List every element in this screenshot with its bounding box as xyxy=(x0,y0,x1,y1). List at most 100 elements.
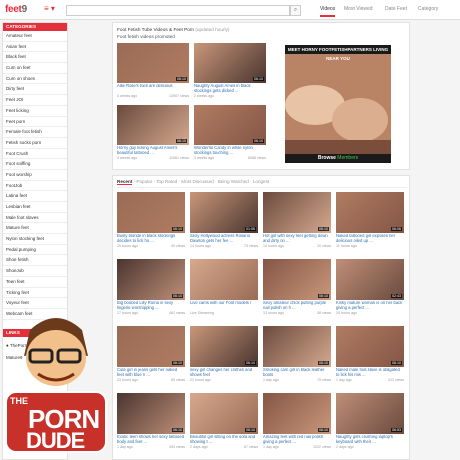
video-title[interactable]: Live cams with our Foot models ! xyxy=(190,301,258,311)
video-card[interactable]: 06:10 Allie Rose's toes are delicious 4 we… xyxy=(117,43,189,98)
video-card[interactable]: 06:10 Busty blonde in black stockings dec… xyxy=(117,192,185,248)
category-item[interactable]: Pedal pumping xyxy=(3,245,67,256)
video-title[interactable]: Beautiful girl sitting on the sofa and s… xyxy=(190,435,258,445)
category-item[interactable]: Foot sniffing xyxy=(3,159,67,170)
tab-recent[interactable]: Recent xyxy=(117,179,133,185)
video-title[interactable]: Naked tattooed girl exposes her deliciou… xyxy=(336,234,404,244)
category-item[interactable]: Fetish socks porn xyxy=(3,138,67,149)
video-title[interactable]: Sexy Hollywood actress Rosario Dawson ge… xyxy=(190,234,258,244)
video-title[interactable]: Hot girl with sexy feet getting down and… xyxy=(263,234,331,244)
category-item[interactable]: Cum on shoes xyxy=(3,74,67,85)
video-title[interactable]: Allie Rose's toes are delicious xyxy=(117,84,189,94)
duration-badge: 06:10 xyxy=(245,361,256,365)
video-card[interactable]: 06:10 Sexy amateur chick putting purple n… xyxy=(263,259,331,315)
search-icon[interactable]: ⌕ xyxy=(290,5,301,16)
video-title[interactable]: Smoking cam girl in black leather boots xyxy=(263,368,331,378)
video-title[interactable]: Busty blonde in black stockings decides … xyxy=(117,234,185,244)
category-item[interactable]: Lesbian feet xyxy=(3,202,67,213)
video-card[interactable]: 01:06 Sexy Hollywood actress Rosario Daws… xyxy=(190,192,258,248)
video-thumbnail[interactable]: 06:10 xyxy=(117,192,185,233)
menu-icon[interactable]: ≡ ▾ xyxy=(44,4,55,13)
video-thumbnail[interactable]: 06:10 xyxy=(263,393,331,434)
video-title[interactable]: Sexy amateur chick putting purple nail p… xyxy=(263,301,331,311)
category-item[interactable]: Feet porn xyxy=(3,117,67,128)
category-item[interactable]: Foot worship xyxy=(3,170,67,181)
category-item[interactable]: Black feet xyxy=(3,52,67,64)
site-logo[interactable]: feet9 xyxy=(5,4,27,15)
sort-tabs[interactable]: Recent · Popular · Top Rated · Most Disc… xyxy=(117,179,269,185)
video-thumbnail[interactable]: 06:10 xyxy=(336,326,404,367)
video-thumbnail[interactable]: 06:10 xyxy=(263,259,331,300)
video-card[interactable]: 06:10 Hot girl with sexy feet getting dow… xyxy=(263,192,331,248)
video-title[interactable]: Exotic teen shows her sexy tattooed body… xyxy=(117,435,185,445)
video-thumbnail[interactable]: 06:10 xyxy=(117,259,185,300)
nav-most-viewed[interactable]: Most Viewed xyxy=(344,6,373,12)
video-card[interactable]: 06:10 Cute girl in jeans gets her naked f… xyxy=(117,326,185,382)
video-thumbnail[interactable]: 01:06 xyxy=(190,192,258,233)
category-item[interactable]: Dirty feet xyxy=(3,84,67,96)
video-title[interactable]: Naughty girls crushing laptop's keyboard… xyxy=(336,435,404,445)
category-item[interactable]: Cum on feet xyxy=(3,63,67,74)
video-card[interactable]: 06:10 Naked male foot slave is obligated … xyxy=(336,326,404,382)
video-thumbnail[interactable]: 06:10 xyxy=(190,326,258,367)
category-item[interactable]: FootJob xyxy=(3,181,67,192)
video-title[interactable]: Horny guy licking August Ames's beautifu… xyxy=(117,146,189,156)
video-thumbnail[interactable]: 06:10 xyxy=(117,326,185,367)
category-item[interactable]: Foot Crush xyxy=(3,149,67,160)
category-item[interactable]: Latina feet xyxy=(3,191,67,202)
video-card[interactable]: 06:10 Big boobed Lilly Roma in sexy linge… xyxy=(117,259,185,315)
video-thumbnail[interactable]: 06:10 xyxy=(263,326,331,367)
video-title[interactable]: Amazing feet with red nail polish giving… xyxy=(263,435,331,445)
video-title[interactable]: Naked male foot slave is obligated to li… xyxy=(336,368,404,378)
video-thumbnail[interactable]: 06:10 xyxy=(190,393,258,434)
category-item[interactable]: Amateur feet xyxy=(3,31,67,42)
video-thumbnail[interactable]: 06:06 xyxy=(336,192,404,233)
video-thumbnail[interactable]: 06:10 xyxy=(117,393,185,434)
video-title[interactable]: Kinky mature woman is on her back giving… xyxy=(336,301,404,311)
video-card[interactable]: 06:10 Amazing feet with red nail polish g… xyxy=(263,393,331,449)
video-title[interactable]: Naughty August Ames in black stockings g… xyxy=(194,84,266,94)
category-item[interactable]: Teen feet xyxy=(3,277,67,288)
video-thumbnail[interactable]: 06:10 xyxy=(263,192,331,233)
video-card[interactable]: 06:10 Exotic teen shows her sexy tattooed… xyxy=(117,393,185,449)
browse-members-button[interactable]: Browse Members xyxy=(285,154,391,163)
video-thumbnail[interactable]: 06:10 xyxy=(194,43,266,83)
video-card[interactable]: 06:10 Naughty August Ames in black stocki… xyxy=(194,43,266,98)
category-item[interactable]: Male foot slaves xyxy=(3,213,67,224)
video-card[interactable]: 06:53 Naughty girls crushing laptop's key… xyxy=(336,393,404,449)
category-item[interactable]: Female foot fetish xyxy=(3,127,67,138)
video-title[interactable]: Big boobed Lilly Roma in sexy lingerie w… xyxy=(117,301,185,311)
video-thumbnail[interactable]: 02:43 xyxy=(336,259,404,300)
video-card[interactable]: 06:10 Horny guy licking August Ames's bea… xyxy=(117,105,189,160)
nav-videos[interactable]: Videos xyxy=(320,6,336,17)
video-card[interactable]: 02:43 Kinky mature woman is on her back g… xyxy=(336,259,404,315)
category-item[interactable]: Ticking feet xyxy=(3,288,67,299)
category-item[interactable]: Feet licking xyxy=(3,106,67,117)
video-thumbnail[interactable]: 06:10 xyxy=(117,43,189,83)
video-card[interactable]: 06:10 Smoking cam girl in black leather b… xyxy=(263,326,331,382)
porndude-badge[interactable]: THE PORN DUDE xyxy=(0,310,112,460)
category-item[interactable]: Voyeur feet xyxy=(3,298,67,309)
category-item[interactable]: Nylon stocking feet xyxy=(3,234,67,245)
video-card[interactable]: 06:06 Naked tattooed girl exposes her del… xyxy=(336,192,404,248)
category-item[interactable]: Feet JOI xyxy=(3,95,67,106)
nav-date[interactable]: Date Feet xyxy=(385,6,407,12)
category-item[interactable]: Mature feet xyxy=(3,223,67,235)
video-card[interactable]: 06:10 sexy girl changes her clothes and s… xyxy=(190,326,258,382)
video-thumbnail[interactable]: 06:10 xyxy=(194,105,266,145)
search-input[interactable] xyxy=(66,5,290,16)
video-title[interactable]: sexy girl changes her clothes and shows … xyxy=(190,368,258,378)
video-card[interactable]: 06:10 Beautiful girl sitting on the sofa … xyxy=(190,393,258,449)
video-card[interactable]: Live cams with our Foot models ! Live Str… xyxy=(190,259,258,315)
category-item[interactable]: ShoeJob xyxy=(3,266,67,277)
nav-category[interactable]: Category xyxy=(418,6,438,12)
video-title[interactable]: Cute girl in jeans gets her naked feet w… xyxy=(117,368,185,378)
category-item[interactable]: Asian feet xyxy=(3,42,67,53)
video-title[interactable]: Wonderful Candy in white nylon stockings… xyxy=(194,146,266,156)
video-card[interactable]: 06:10 Wonderful Candy in white nylon stoc… xyxy=(194,105,266,160)
video-thumbnail[interactable]: 06:10 xyxy=(117,105,189,145)
category-item[interactable]: Shoe fetish xyxy=(3,255,67,267)
video-thumbnail[interactable]: 06:53 xyxy=(336,393,404,434)
video-thumbnail[interactable] xyxy=(190,259,258,300)
ad-banner[interactable]: MEET HORNY FOOTFETISHPARTNERS LIVING NEA… xyxy=(285,45,391,163)
